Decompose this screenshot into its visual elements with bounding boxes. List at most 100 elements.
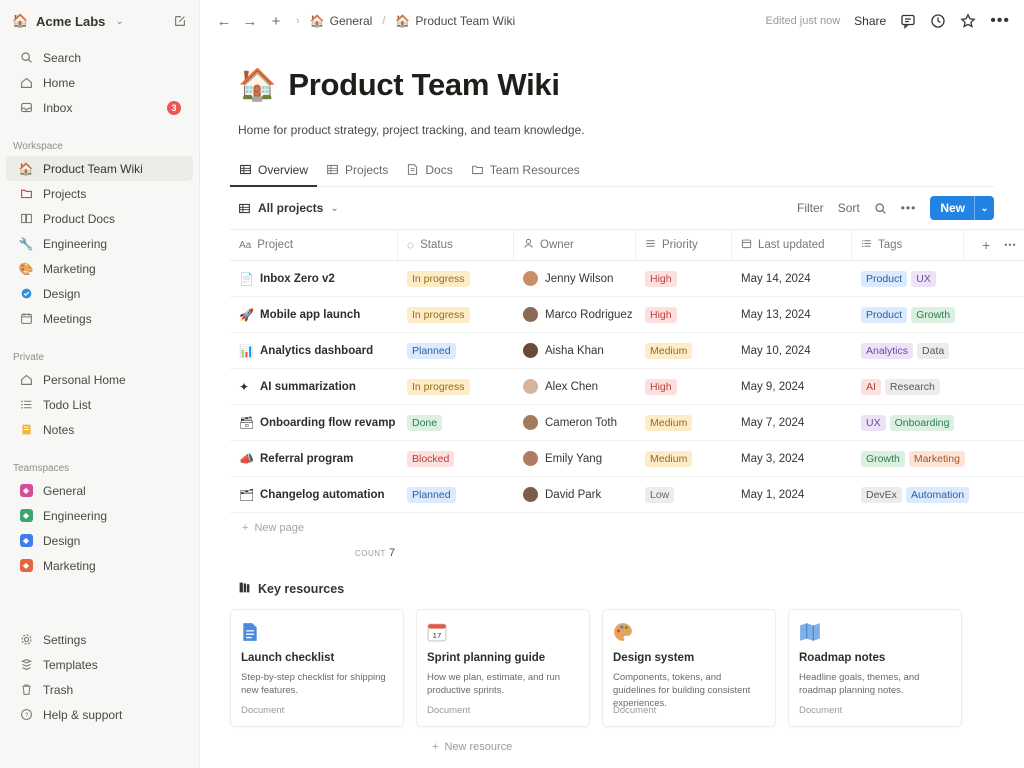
cell-status[interactable]: In progress — [398, 297, 514, 332]
cell-project[interactable]: 🗃 Onboarding flow revamp — [230, 405, 398, 440]
cell-owner[interactable]: David Park — [514, 477, 636, 512]
cell-priority[interactable]: Medium — [636, 405, 732, 440]
cell-priority[interactable]: High — [636, 261, 732, 296]
cell-priority[interactable]: Medium — [636, 333, 732, 368]
column-header-tags[interactable]: Tags — [852, 230, 964, 260]
sidebar-item-projects[interactable]: Projects — [6, 181, 193, 206]
tab-docs[interactable]: Docs — [397, 153, 461, 186]
cell-status[interactable]: Done — [398, 405, 514, 440]
cell-tags[interactable]: DevEx Automation — [852, 477, 970, 512]
cell-priority[interactable]: High — [636, 297, 732, 332]
cell-status[interactable]: Planned — [398, 477, 514, 512]
table-row[interactable]: 🗃 Onboarding flow revamp Done Cameron Toth M… — [230, 405, 1024, 441]
more-options-icon[interactable]: ••• — [990, 12, 1010, 30]
table-row[interactable]: 📊 Analytics dashboard Planned Aisha Khan Med… — [230, 333, 1024, 369]
cell-status[interactable]: In progress — [398, 261, 514, 296]
sidebar-item-marketing[interactable]: 🎨 Marketing — [6, 256, 193, 281]
sidebar-item-help[interactable]: ? Help & support — [6, 702, 193, 727]
cell-owner[interactable]: Alex Chen — [514, 369, 636, 404]
cell-status[interactable]: Blocked — [398, 441, 514, 476]
sidebar-item-engineering[interactable]: 🔧 Engineering — [6, 231, 193, 256]
table-row[interactable]: 🗂 Changelog automation Planned David Park Lo… — [230, 477, 1024, 513]
resource-card[interactable]: Design system Components, tokens, and gui… — [602, 609, 776, 727]
sidebar-item-search[interactable]: Search — [6, 45, 193, 70]
cell-owner[interactable]: Emily Yang — [514, 441, 636, 476]
workspace-switcher[interactable]: 🏠 Acme Labs ⌄ — [0, 0, 199, 42]
cell-last-updated[interactable]: May 3, 2024 — [732, 441, 852, 476]
search-icon[interactable] — [874, 202, 887, 215]
cell-priority[interactable]: High — [636, 369, 732, 404]
table-row[interactable]: 🚀 Mobile app launch In progress Marco Rodri… — [230, 297, 1024, 333]
cell-status[interactable]: In progress — [398, 369, 514, 404]
sidebar-item-meetings[interactable]: Meetings — [6, 306, 193, 331]
share-button[interactable]: Share — [854, 14, 886, 28]
chevron-down-icon[interactable]: ⌄ — [974, 196, 994, 220]
cell-project[interactable]: 📣 Referral program — [230, 441, 398, 476]
sidebar-item-todo-list[interactable]: Todo List — [6, 392, 193, 417]
new-button[interactable]: New ⌄ — [930, 196, 994, 220]
page-title-text[interactable]: Product Team Wiki — [288, 67, 560, 103]
sidebar-item-templates[interactable]: Templates — [6, 652, 193, 677]
more-options-icon[interactable]: ••• — [1004, 240, 1016, 250]
sidebar-item-design[interactable]: Design — [6, 281, 193, 306]
add-property-icon[interactable]: + — [982, 237, 990, 253]
cell-priority[interactable]: Medium — [636, 441, 732, 476]
page-emoji-icon[interactable]: 🏠 — [238, 66, 277, 103]
table-row[interactable]: ✦ AI summarization In progress Alex Chen Hig… — [230, 369, 1024, 405]
back-arrow-icon[interactable]: ← — [214, 11, 234, 31]
filter-button[interactable]: Filter — [797, 201, 824, 215]
sidebar-item-personal-home[interactable]: Personal Home — [6, 367, 193, 392]
cell-last-updated[interactable]: May 9, 2024 — [732, 369, 852, 404]
forward-arrow-icon[interactable]: → — [240, 11, 260, 31]
sidebar-item-trash[interactable]: Trash — [6, 677, 193, 702]
cell-last-updated[interactable]: May 1, 2024 — [732, 477, 852, 512]
cell-owner[interactable]: Aisha Khan — [514, 333, 636, 368]
teamspace-engineering[interactable]: ◆ Engineering — [6, 503, 193, 528]
new-page-row[interactable]: + New page — [230, 513, 1024, 543]
star-icon[interactable] — [960, 13, 976, 29]
history-icon[interactable] — [930, 13, 946, 29]
resource-card[interactable]: Roadmap notes Headline goals, themes, and… — [788, 609, 962, 727]
cell-project[interactable]: 🗂 Changelog automation — [230, 477, 398, 512]
cell-owner[interactable]: Jenny Wilson — [514, 261, 636, 296]
cell-last-updated[interactable]: May 10, 2024 — [732, 333, 852, 368]
sidebar-item-home[interactable]: Home — [6, 70, 193, 95]
sidebar-item-settings[interactable]: Settings — [6, 627, 193, 652]
cell-project[interactable]: ✦ AI summarization — [230, 369, 398, 404]
sidebar-item-product-team-wiki[interactable]: 🏠 Product Team Wiki — [6, 156, 193, 181]
new-page-icon[interactable] — [173, 14, 187, 28]
cell-owner[interactable]: Marco Rodriguez — [514, 297, 636, 332]
comment-icon[interactable] — [900, 13, 916, 29]
new-resource-button[interactable]: + New resource — [432, 741, 512, 753]
resource-card[interactable]: Launch checklist Step-by-step checklist f… — [230, 609, 404, 727]
sidebar-item-inbox[interactable]: Inbox 3 — [6, 95, 193, 120]
tab-overview[interactable]: Overview — [230, 153, 318, 187]
table-row[interactable]: 📄 Inbox Zero v2 In progress Jenny Wilson Hig… — [230, 261, 1024, 297]
cell-project[interactable]: 📄 Inbox Zero v2 — [230, 261, 398, 296]
page-description[interactable]: Home for product strategy, project track… — [238, 123, 1024, 137]
sidebar-item-notes[interactable]: Notes — [6, 417, 193, 442]
cell-status[interactable]: Planned — [398, 333, 514, 368]
tab-team-resources[interactable]: Team Resources — [462, 153, 589, 186]
resource-card[interactable]: 17 Sprint planning guide How we plan, esti… — [416, 609, 590, 727]
view-selector[interactable]: All projects ⌄ — [238, 201, 339, 215]
cell-project[interactable]: 📊 Analytics dashboard — [230, 333, 398, 368]
teamspace-design[interactable]: ◆ Design — [6, 528, 193, 553]
cell-owner[interactable]: Cameron Toth — [514, 405, 636, 440]
cell-tags[interactable]: Growth Marketing — [852, 441, 965, 476]
breadcrumb-general[interactable]: 🏠 General — [310, 14, 373, 28]
cell-tags[interactable]: Product Growth — [852, 297, 964, 332]
add-icon[interactable]: + — [266, 11, 286, 31]
sort-button[interactable]: Sort — [838, 201, 860, 215]
column-header-project[interactable]: Aa Project — [230, 230, 398, 260]
cell-tags[interactable]: AI Research — [852, 369, 964, 404]
more-options-icon[interactable]: ••• — [901, 201, 917, 215]
cell-last-updated[interactable]: May 14, 2024 — [732, 261, 852, 296]
teamspace-general[interactable]: ◆ General — [6, 478, 193, 503]
cell-last-updated[interactable]: May 13, 2024 — [732, 297, 852, 332]
cell-tags[interactable]: Analytics Data — [852, 333, 964, 368]
cell-project[interactable]: 🚀 Mobile app launch — [230, 297, 398, 332]
column-header-priority[interactable]: Priority — [636, 230, 732, 260]
teamspace-marketing[interactable]: ◆ Marketing — [6, 553, 193, 578]
cell-tags[interactable]: UX Onboarding — [852, 405, 964, 440]
